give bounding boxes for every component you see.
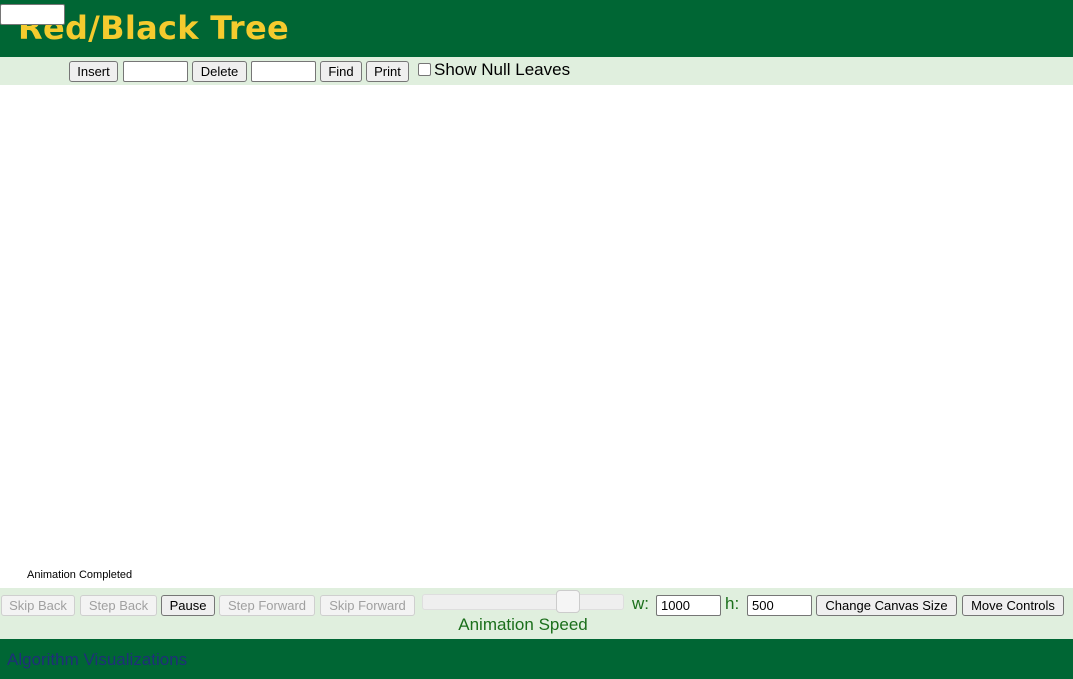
slider-thumb[interactable]: [555, 590, 580, 613]
show-null-leaves-checkbox[interactable]: [418, 63, 431, 76]
animation-speed-slider[interactable]: [422, 594, 624, 610]
skip-back-button[interactable]: Skip Back: [1, 595, 75, 616]
change-canvas-size-button[interactable]: Change Canvas Size: [816, 595, 957, 616]
pause-button[interactable]: Pause: [161, 595, 215, 616]
insert-input[interactable]: [0, 4, 65, 25]
algorithm-visualizations-link[interactable]: Algorithm Visualizations: [7, 650, 187, 670]
print-button[interactable]: Print: [366, 61, 409, 82]
step-back-button[interactable]: Step Back: [80, 595, 157, 616]
footer-bar: Algorithm Visualizations: [0, 639, 1073, 679]
animation-status-text: Animation Completed: [27, 569, 133, 581]
skip-forward-button[interactable]: Skip Forward: [320, 595, 415, 616]
move-controls-button[interactable]: Move Controls: [962, 595, 1064, 616]
canvas-height-input[interactable]: [747, 595, 812, 616]
header-bar: Red/Black Tree: [0, 0, 1073, 57]
delete-button[interactable]: Delete: [192, 61, 247, 82]
animation-canvas[interactable]: [0, 85, 1073, 588]
app-page: Red/Black Tree Insert Delete Find Print …: [0, 0, 1073, 679]
height-label: h:: [725, 594, 740, 613]
find-button[interactable]: Find: [320, 61, 362, 82]
step-forward-button[interactable]: Step Forward: [219, 595, 315, 616]
find-input[interactable]: [251, 61, 316, 82]
insert-button[interactable]: Insert: [69, 61, 118, 82]
delete-input[interactable]: [123, 61, 188, 82]
canvas-width-input[interactable]: [656, 595, 721, 616]
animation-speed-label: Animation Speed: [458, 615, 588, 634]
show-null-leaves-label[interactable]: Show Null Leaves: [434, 60, 570, 80]
width-label: w:: [632, 594, 649, 613]
